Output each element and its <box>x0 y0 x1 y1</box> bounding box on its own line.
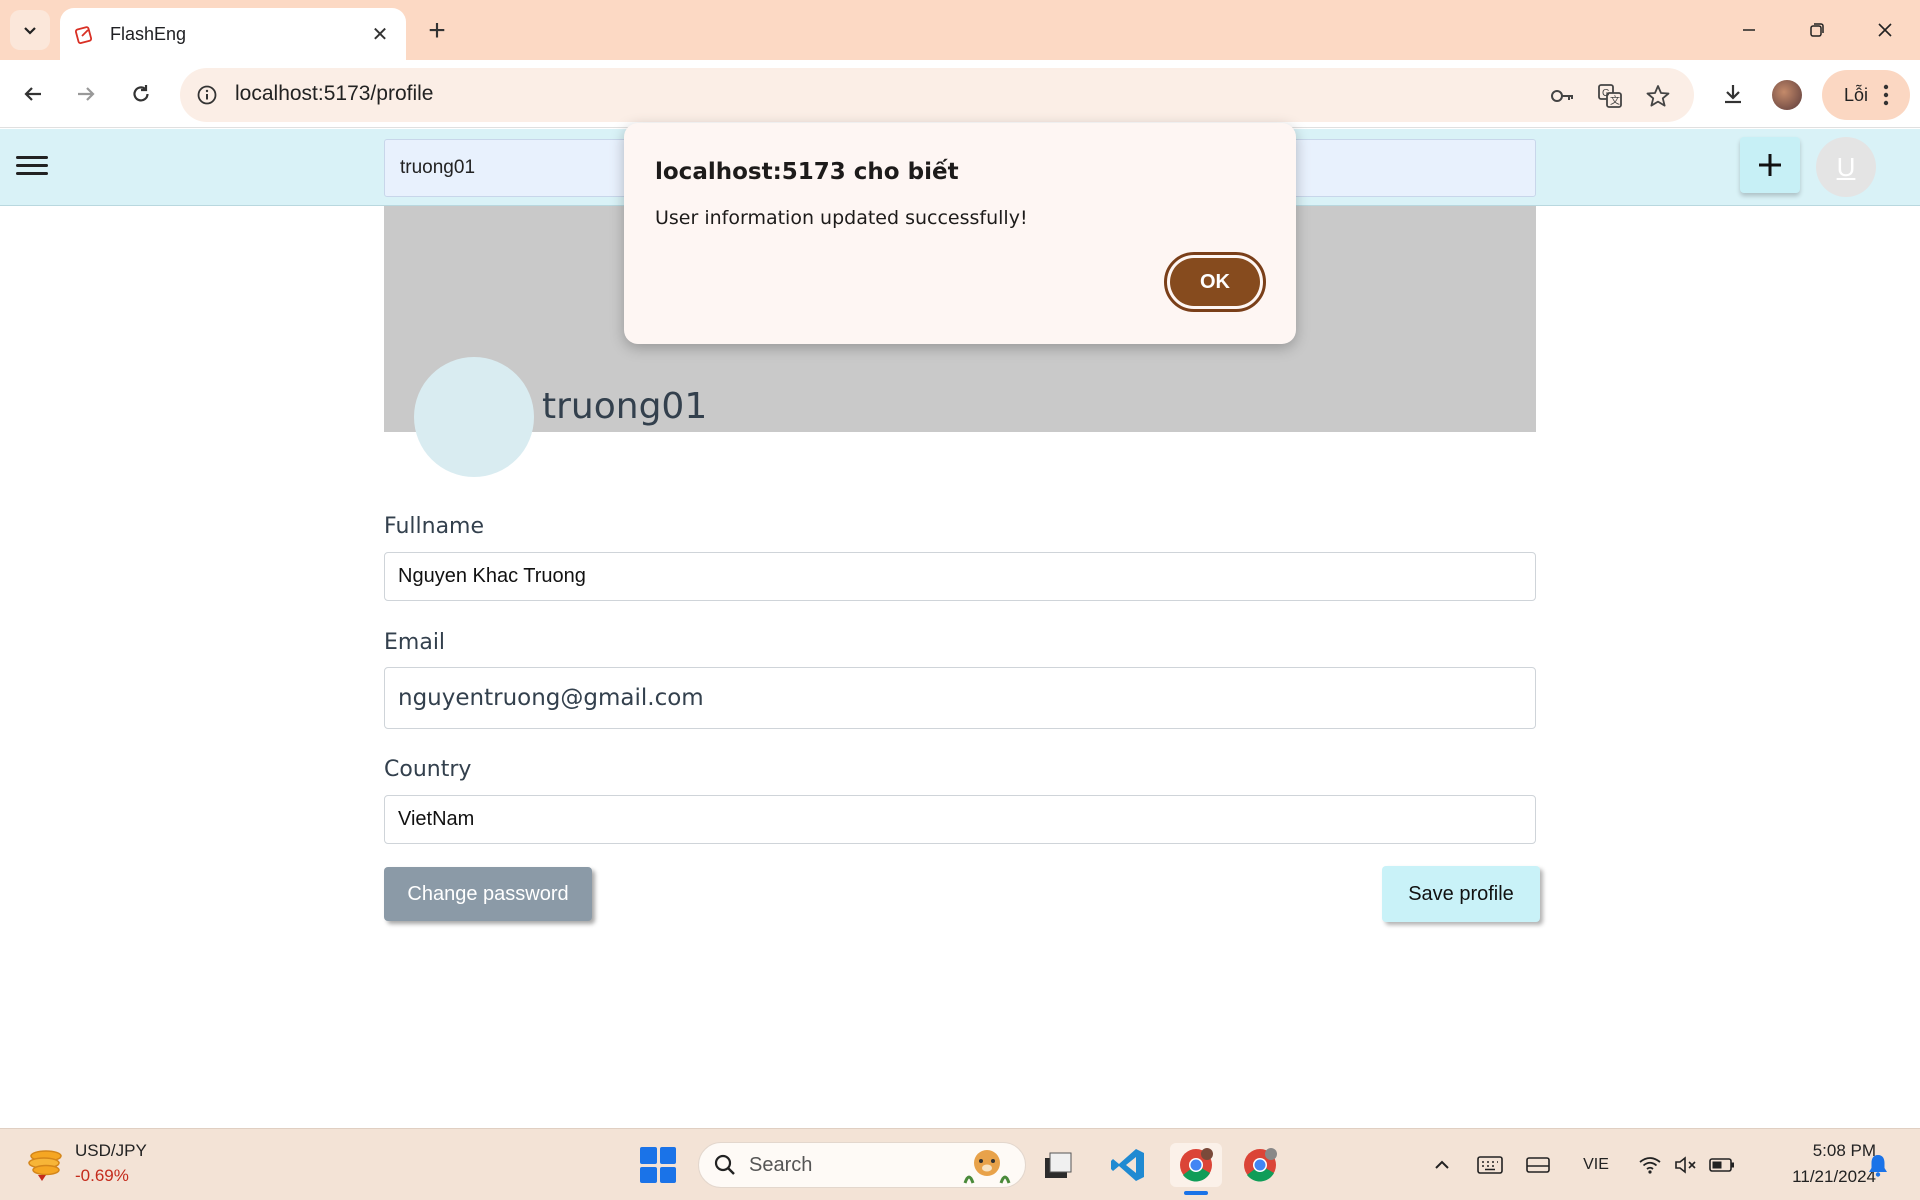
taskbar: USD/JPY -0.69% Search VIE 5:08 PM 11/21/… <box>0 1128 1920 1200</box>
back-arrow-icon[interactable] <box>13 74 53 114</box>
taskbar-search-box[interactable]: Search <box>698 1142 1026 1188</box>
alert-dialog: localhost:5173 cho biết User information… <box>624 123 1296 344</box>
active-app-indicator <box>1184 1191 1208 1195</box>
taskbar-file-explorer-icon[interactable] <box>1036 1143 1080 1187</box>
svg-text:文: 文 <box>1610 94 1620 107</box>
restore-icon[interactable] <box>1792 10 1842 50</box>
tab-close-icon[interactable]: ✕ <box>368 22 392 46</box>
tab-title: FlashEng <box>110 23 187 44</box>
address-bar[interactable]: localhost:5173/profile G文 <box>180 68 1694 122</box>
flasheng-favicon-icon <box>74 26 93 45</box>
dialog-ok-button[interactable]: OK <box>1164 252 1266 312</box>
taskbar-vscode-icon[interactable] <box>1106 1143 1150 1187</box>
clock-date[interactable]: 11/21/2024 <box>1760 1167 1876 1187</box>
ticker-change: -0.69% <box>75 1166 129 1185</box>
new-tab-plus-icon[interactable]: + <box>420 14 454 48</box>
ticker-name[interactable]: USD/JPY <box>75 1141 147 1161</box>
browser-error-profile-button[interactable]: Lỗi <box>1822 70 1910 120</box>
reload-icon[interactable] <box>121 74 161 114</box>
profile-username: truong01 <box>542 386 708 427</box>
change-password-button[interactable]: Change password <box>384 867 592 921</box>
search-icon <box>714 1154 735 1175</box>
fullname-field[interactable] <box>384 552 1536 601</box>
browser-toolbar: localhost:5173/profile G文 Lỗi <box>0 60 1920 128</box>
download-icon[interactable] <box>1713 74 1753 114</box>
taskbar-chrome-second-icon[interactable] <box>1238 1143 1282 1187</box>
taskbar-search-placeholder: Search <box>749 1153 813 1176</box>
touch-keyboard-icon[interactable] <box>1476 1151 1504 1179</box>
browser-tab-bar: FlashEng ✕ + <box>0 0 1920 60</box>
battery-icon[interactable] <box>1708 1151 1736 1179</box>
tablet-mode-icon[interactable] <box>1524 1151 1552 1179</box>
browser-error-label: Lỗi <box>1844 84 1869 105</box>
chevron-down-icon <box>24 27 36 35</box>
browser-tab[interactable]: FlashEng ✕ <box>60 8 406 60</box>
translate-icon[interactable]: G文 <box>1594 80 1626 112</box>
plus-icon <box>1759 154 1781 176</box>
dialog-ok-label: OK <box>1170 258 1260 306</box>
search-highlight-tiger-icon <box>963 1150 1011 1184</box>
minimize-icon[interactable] <box>1724 10 1774 50</box>
user-avatar-initial: U <box>1836 151 1856 182</box>
fullname-label: Fullname <box>384 514 485 539</box>
tab-search-button[interactable] <box>10 10 50 50</box>
tray-overflow-chevron-up-icon[interactable] <box>1428 1151 1456 1179</box>
dialog-message: User information updated successfully! <box>655 207 1028 229</box>
user-avatar[interactable]: U <box>1816 137 1876 197</box>
more-vertical-icon[interactable] <box>1882 83 1890 112</box>
profile-avatar[interactable] <box>414 357 534 477</box>
dialog-title: localhost:5173 cho biết <box>655 159 959 185</box>
bookmark-star-icon[interactable] <box>1642 80 1674 112</box>
menu-hamburger-icon[interactable] <box>16 151 48 183</box>
add-button[interactable] <box>1740 137 1800 193</box>
browser-profile-avatar[interactable] <box>1772 80 1802 110</box>
notification-bell-icon[interactable] <box>1864 1151 1892 1179</box>
country-label: Country <box>384 757 472 782</box>
password-key-icon[interactable] <box>1546 80 1578 112</box>
taskbar-chrome-active-icon[interactable] <box>1170 1143 1222 1187</box>
email-field[interactable] <box>384 667 1536 729</box>
svg-text:G: G <box>1602 88 1610 99</box>
email-label: Email <box>384 630 446 655</box>
forward-arrow-icon[interactable] <box>66 74 106 114</box>
volume-muted-icon[interactable] <box>1672 1151 1700 1179</box>
url-text: localhost:5173/profile <box>235 82 434 105</box>
currency-coins-icon[interactable] <box>26 1145 66 1185</box>
windows-start-icon[interactable] <box>640 1147 676 1183</box>
site-info-icon[interactable] <box>192 80 222 110</box>
close-window-icon[interactable] <box>1860 10 1910 50</box>
language-indicator[interactable]: VIE <box>1578 1151 1614 1179</box>
wifi-icon[interactable] <box>1636 1151 1664 1179</box>
country-field[interactable] <box>384 795 1536 844</box>
save-profile-button[interactable]: Save profile <box>1382 866 1540 922</box>
